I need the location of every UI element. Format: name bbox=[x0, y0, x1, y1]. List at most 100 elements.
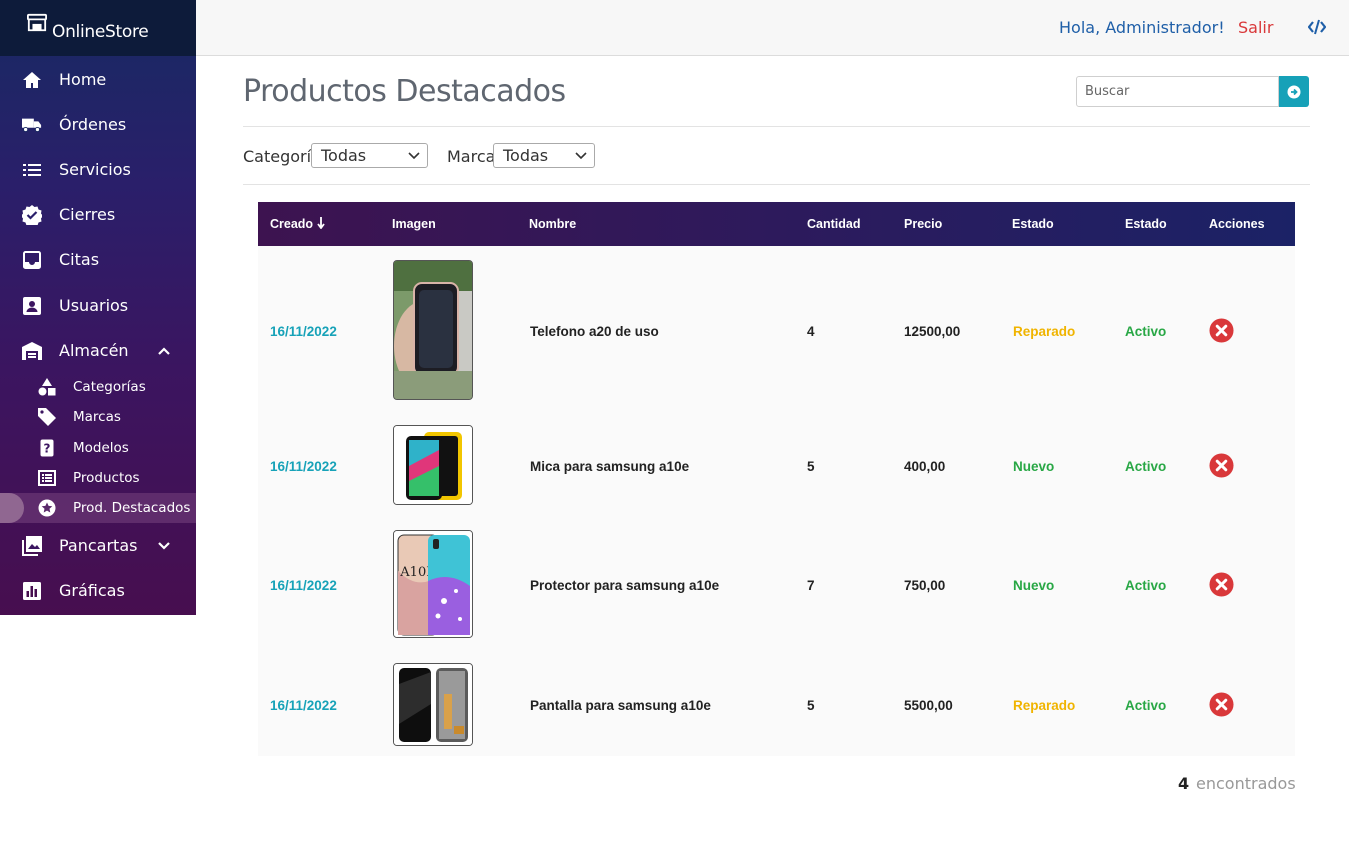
sidebar-subitem-label: Productos bbox=[73, 470, 140, 486]
sidebar-item-almacen[interactable]: Almacén bbox=[0, 328, 196, 373]
logout-link[interactable]: Salir bbox=[1238, 18, 1273, 37]
created-date: 16/11/2022 bbox=[270, 324, 337, 339]
sidebar-subitem-categorias[interactable]: Categorías bbox=[0, 372, 196, 402]
sidebar-item-servicios[interactable]: Servicios bbox=[0, 147, 196, 192]
sidebar-subitem-label: Marcas bbox=[73, 409, 121, 425]
product-name: Pantalla para samsung a10e bbox=[530, 698, 711, 713]
brand-name: OnlineStore bbox=[52, 22, 149, 42]
brand[interactable]: OnlineStore bbox=[0, 0, 196, 56]
sidebar-item-pancartas[interactable]: Pancartas bbox=[0, 523, 196, 568]
chevron-down-icon bbox=[575, 152, 587, 160]
warehouse-icon bbox=[22, 341, 42, 361]
search-button[interactable] bbox=[1279, 76, 1309, 107]
badge-check-icon bbox=[22, 204, 42, 225]
products-table: Creado Imagen Nombre Cantidad Precio Est… bbox=[258, 202, 1295, 756]
sidebar-subitem-label: Modelos bbox=[73, 440, 129, 456]
category-select[interactable]: Todas bbox=[311, 143, 428, 168]
sidebar-item-citas[interactable]: Citas bbox=[0, 237, 196, 282]
product-quantity: 5 bbox=[807, 698, 815, 713]
page-title: Productos Destacados bbox=[243, 74, 566, 109]
delete-icon[interactable] bbox=[1209, 318, 1234, 343]
sidebar-item-label: Pancartas bbox=[59, 536, 138, 555]
created-date: 16/11/2022 bbox=[270, 698, 337, 713]
table-header: Creado Imagen Nombre Cantidad Precio Est… bbox=[258, 202, 1295, 246]
product-image[interactable]: A10E bbox=[393, 530, 473, 638]
sidebar-item-label: Usuarios bbox=[59, 296, 129, 315]
status-badge: Activo bbox=[1125, 578, 1167, 593]
sidebar-subitem-marcas[interactable]: Marcas bbox=[0, 402, 196, 432]
condition-badge: Reparado bbox=[1013, 324, 1076, 339]
home-icon bbox=[22, 70, 42, 90]
created-date: 16/11/2022 bbox=[270, 578, 337, 593]
chart-icon bbox=[22, 581, 42, 601]
sidebar-item-cierres[interactable]: Cierres bbox=[0, 192, 196, 237]
topbar: Hola, Administrador! Salir bbox=[196, 0, 1349, 56]
sidebar-subitem-label: Prod. Destacados bbox=[73, 500, 191, 516]
condition-badge: Reparado bbox=[1013, 698, 1076, 713]
product-quantity: 7 bbox=[807, 578, 815, 593]
sidebar-item-label: Órdenes bbox=[59, 115, 127, 134]
product-price: 5500,00 bbox=[904, 698, 953, 713]
condition-badge: Nuevo bbox=[1013, 578, 1055, 593]
list-alt-icon bbox=[38, 469, 56, 487]
sidebar: OnlineStore Home Órdenes Servicios Cierr… bbox=[0, 0, 196, 615]
store-icon bbox=[27, 13, 47, 32]
chevron-up-icon[interactable] bbox=[157, 344, 171, 358]
code-icon[interactable] bbox=[1308, 19, 1326, 35]
sidebar-item-usuarios[interactable]: Usuarios bbox=[0, 283, 196, 328]
greeting-link[interactable]: Hola, Administrador! bbox=[1059, 18, 1225, 37]
sidebar-item-label: Almacén bbox=[59, 341, 129, 360]
condition-badge: Nuevo bbox=[1013, 459, 1055, 474]
sidebar-item-ordenes[interactable]: Órdenes bbox=[0, 102, 196, 147]
product-image[interactable] bbox=[393, 663, 473, 746]
truck-icon bbox=[22, 115, 42, 135]
brand-filter-label: Marca bbox=[447, 147, 496, 166]
chevron-down-icon bbox=[408, 152, 420, 160]
delete-icon[interactable] bbox=[1209, 692, 1234, 717]
status-badge: Activo bbox=[1125, 698, 1167, 713]
table-row: 16/11/2022 Telefono a20 de uso 4 12500,0… bbox=[258, 246, 1295, 411]
delete-icon[interactable] bbox=[1209, 453, 1234, 478]
product-price: 12500,00 bbox=[904, 324, 961, 339]
sidebar-item-graficas[interactable]: Gráficas bbox=[0, 568, 196, 613]
svg-text:?: ? bbox=[44, 442, 51, 456]
product-price: 400,00 bbox=[904, 459, 946, 474]
sidebar-item-label: Servicios bbox=[59, 160, 131, 179]
product-name: Telefono a20 de uso bbox=[530, 324, 659, 339]
brand-select-value: Todas bbox=[503, 146, 549, 165]
sidebar-subitem-prod-destacados[interactable]: Prod. Destacados bbox=[0, 493, 196, 523]
delete-icon[interactable] bbox=[1209, 572, 1234, 597]
product-image[interactable] bbox=[393, 425, 473, 505]
chevron-down-icon[interactable] bbox=[157, 539, 171, 553]
created-date: 16/11/2022 bbox=[270, 459, 337, 474]
results-count: 4 bbox=[1178, 774, 1190, 793]
arrow-circle-right-icon bbox=[1287, 85, 1301, 98]
status-badge: Activo bbox=[1125, 324, 1167, 339]
brand-select[interactable]: Todas bbox=[493, 143, 595, 168]
status-badge: Activo bbox=[1125, 459, 1167, 474]
column-header-acciones: Acciones bbox=[1209, 217, 1265, 231]
column-header-estado: Estado bbox=[1012, 217, 1054, 231]
image-icon bbox=[22, 535, 42, 556]
sidebar-item-label: Gráficas bbox=[59, 581, 125, 600]
phone-question-icon: ? bbox=[38, 439, 56, 457]
product-name: Protector para samsung a10e bbox=[530, 578, 720, 593]
product-image[interactable] bbox=[393, 260, 473, 400]
divider bbox=[243, 184, 1310, 185]
category-filter-label: Categoría bbox=[243, 147, 321, 166]
sort-down-icon bbox=[316, 217, 325, 230]
sidebar-subitem-productos[interactable]: Productos bbox=[0, 463, 196, 493]
product-quantity: 5 bbox=[807, 459, 815, 474]
sidebar-subitem-modelos[interactable]: ? Modelos bbox=[0, 433, 196, 463]
user-card-icon bbox=[22, 296, 42, 316]
search-input[interactable] bbox=[1076, 76, 1279, 107]
star-circle-icon bbox=[38, 499, 56, 517]
sidebar-item-label: Home bbox=[59, 70, 107, 89]
column-header-cantidad: Cantidad bbox=[807, 217, 861, 231]
sidebar-item-home[interactable]: Home bbox=[0, 57, 196, 102]
column-header-estado-2: Estado bbox=[1125, 217, 1167, 231]
sidebar-subitem-label: Categorías bbox=[73, 379, 146, 395]
column-header-creado[interactable]: Creado bbox=[270, 217, 325, 231]
column-header-imagen: Imagen bbox=[392, 217, 436, 231]
results-label: encontrados bbox=[1196, 774, 1296, 793]
